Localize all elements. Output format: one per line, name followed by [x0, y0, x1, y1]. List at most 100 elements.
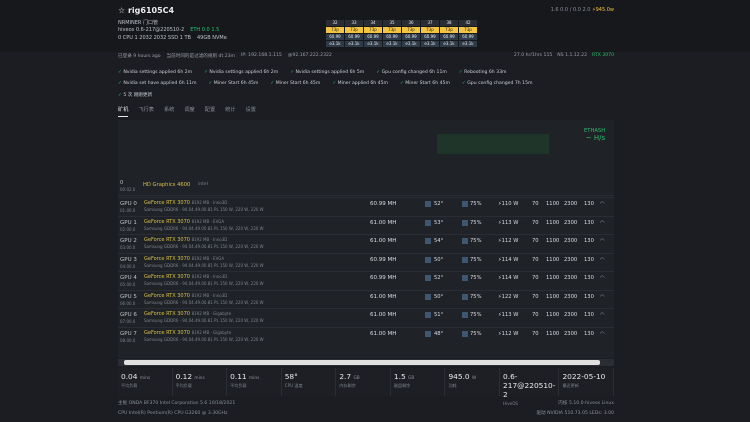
gpu-mini-cell: 73p: [440, 27, 458, 33]
gpu-hashrate: 61.00 MH: [370, 238, 397, 244]
gpu-mini-cell: 60.99: [440, 34, 458, 40]
igpu-row[interactable]: 0 00:02.0 HD Graphics 4600 intel: [118, 178, 614, 196]
gpu-mini-cell: e3.1k: [440, 41, 458, 47]
gpu-col1: 70: [532, 275, 539, 281]
gpu-temp: 53°: [434, 219, 444, 226]
gpu-mini-col: 34 73p 60.99 e3.1k: [364, 20, 382, 47]
log-row: Nvidia settings applied 6h 2m Nvidia sett…: [118, 67, 618, 78]
tab-3[interactable]: 调度: [184, 106, 194, 117]
gpu-row[interactable]: GPU 3 04:00.0 GeForce RTX 3070 8192 MB ·…: [118, 252, 614, 271]
star-icon[interactable]: ☆: [118, 6, 125, 15]
gpu-bus: 04:00.0: [120, 263, 136, 269]
gauge-icon[interactable]: ◠: [600, 294, 605, 300]
temp-icon: [425, 275, 431, 281]
gauge-icon[interactable]: ◠: [600, 201, 605, 207]
gpu-mini-cell: 73p: [326, 27, 344, 33]
log-entry[interactable]: Miner applied 6h 45m: [332, 81, 388, 86]
gpu-hashrate: 60.99 MH: [370, 201, 397, 207]
gauge-icon[interactable]: ◠: [600, 238, 605, 244]
log-entry[interactable]: Nvidia settings applied 6h 5m: [290, 70, 365, 75]
fan-icon: [462, 219, 468, 226]
gpu-row[interactable]: GPU 0 01:00.0 GeForce RTX 3070 8192 MB ·…: [118, 197, 614, 215]
gpu-col1: 70: [532, 219, 539, 226]
gpu-temp: 50°: [434, 293, 444, 300]
bottom-stats: 0.04 mins 平均负载 0.12 mins 平均负载 0.11 mins 平均…: [118, 368, 615, 406]
gpu-col2: 1100: [546, 238, 560, 244]
gpu-row[interactable]: GPU 6 07:00.0 GeForce RTX 3070 8192 MB ·…: [118, 308, 614, 326]
tab-4[interactable]: 配置: [205, 106, 215, 117]
rig-title: ☆ rig6105C4: [118, 6, 175, 15]
gpu-row[interactable]: GPU 4 05:00.0 GeForce RTX 3070 8192 MB ·…: [118, 271, 614, 289]
meta-right: 27.0 hr/1hrs 115 NS 1.1.12.22 RTX 3070: [513, 53, 614, 58]
gpu-row[interactable]: GPU 7 08:00.0 GeForce RTX 3070 8192 MB ·…: [118, 326, 614, 345]
gpu-bus: 08:00.0: [120, 337, 136, 343]
gpu-name: GeForce RTX 3070 8192 MB · EVGA: [144, 218, 225, 225]
gpu-mini-cell: 73p: [383, 27, 401, 33]
gpu-mini-cell: 35: [383, 20, 401, 26]
gpu-mini-cell: 73p: [364, 27, 382, 33]
gauge-icon[interactable]: ◠: [600, 312, 605, 318]
gpu-col4: 130: [584, 219, 594, 226]
gpu-mem: Samsung GDDR6 · 94.04.49.00.81 PL 150 W,…: [144, 262, 264, 268]
gpu-row[interactable]: GPU 2 03:00.0 GeForce RTX 3070 8192 MB ·…: [118, 234, 614, 252]
gauge-icon[interactable]: ◠: [600, 331, 605, 337]
gpu-name: GeForce RTX 3070 8192 MB · Gigabyte: [144, 311, 232, 317]
tab-2[interactable]: 系统: [164, 106, 174, 117]
scrollbar-thumb[interactable]: [124, 360, 600, 365]
gpu-col2: 1100: [546, 330, 560, 337]
log-entry[interactable]: Miner Start 6h 45m: [400, 81, 450, 86]
tab-6[interactable]: 设置: [246, 106, 256, 117]
log-entry[interactable]: Miner Start 6h 45m: [208, 81, 259, 86]
gpu-mini-cell: 60.99: [421, 34, 439, 40]
gauge-icon[interactable]: ◠: [600, 257, 605, 263]
gpu-power: ⚡112 W: [498, 330, 519, 337]
fan-icon: [462, 201, 468, 207]
temp-icon: [425, 256, 431, 263]
gpu-bus: 07:00.0: [120, 319, 136, 324]
gauge-icon[interactable]: ◠: [600, 275, 605, 281]
gpu-power: ⚡113 W: [498, 219, 519, 226]
gpu-power: ⚡113 W: [498, 312, 519, 318]
gpu-hashrate: 61.00 MH: [370, 293, 397, 300]
gpu-row[interactable]: GPU 1 02:00.0 GeForce RTX 3070 8192 MB ·…: [118, 215, 614, 234]
temp-icon: [425, 238, 431, 244]
gpu-fan: 75%: [470, 330, 482, 337]
log-entry[interactable]: Nvidia settings applied 6h 2m: [204, 70, 278, 75]
gpu-col3: 2300: [564, 256, 578, 263]
gpu-col3: 2300: [564, 275, 578, 281]
gpu-fan: 75%: [470, 293, 482, 300]
log-entry[interactable]: Gpu config changed 6h 11m: [376, 70, 447, 75]
gauge-icon[interactable]: ◠: [600, 220, 605, 226]
gpu-id: GPU 6: [120, 312, 137, 318]
gpu-fan: 75%: [470, 275, 482, 281]
log-entry[interactable]: Nvidia set have applied 6h 11m: [118, 81, 196, 86]
log-entry[interactable]: Gpu config changed 7h 15m: [462, 81, 532, 86]
gpu-hashrate: 61.00 MH: [370, 219, 397, 226]
gpu-mini-cell: e3.1k: [345, 41, 363, 47]
log-entry[interactable]: Miner Start 6h 45m: [270, 81, 321, 86]
gpu-bus: 01:00.0: [120, 208, 136, 213]
gpu-mem: Samsung GDDR6 · 94.04.49.00.81 PL 150 W,…: [144, 318, 264, 323]
log-entry[interactable]: Rebooting 6h 33m: [459, 70, 506, 75]
gpu-id: GPU 4: [120, 275, 137, 281]
tab-5[interactable]: 统计: [225, 106, 235, 117]
gpu-row[interactable]: GPU 5 06:00.0 GeForce RTX 3070 8192 MB ·…: [118, 289, 614, 308]
gpu-col2: 1100: [546, 219, 560, 226]
gpu-col1: 70: [532, 256, 539, 263]
gpu-power: ⚡114 W: [498, 256, 519, 263]
gpu-col4: 130: [584, 256, 594, 263]
gpu-col1: 70: [532, 312, 539, 318]
gpu-col3: 2300: [564, 293, 578, 300]
tab-1[interactable]: 飞行表: [138, 106, 154, 117]
event-log: Nvidia settings applied 6h 2m Nvidia sett…: [118, 67, 618, 100]
tab-0[interactable]: 矿机: [118, 106, 129, 117]
rig-info: NRMINER 门口管 hiveos 0.6-217@220510-2 ETH …: [118, 19, 227, 42]
log-entry[interactable]: Nvidia settings applied 6h 2m: [118, 70, 192, 75]
gpu-mini-cell: 73p: [459, 27, 477, 33]
gpu-col3: 2300: [564, 201, 578, 207]
gpu-mini-cell: e3.1k: [402, 41, 420, 47]
gpu-mini-col: 36 73p 60.99 e3.1k: [402, 20, 420, 47]
gpu-col3: 2300: [564, 238, 578, 244]
gpu-col4: 130: [584, 312, 594, 318]
gpu-name: GeForce RTX 3070 8192 MB · Inno3D: [144, 292, 228, 299]
